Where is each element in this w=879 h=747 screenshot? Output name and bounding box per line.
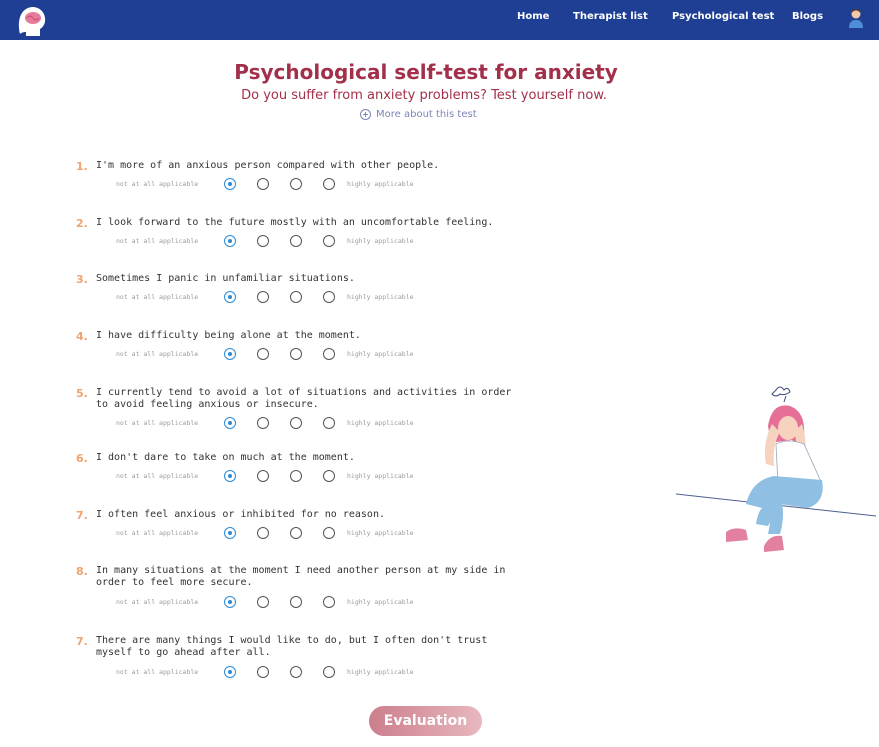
answer-radio-1[interactable] bbox=[224, 596, 236, 608]
question-text: I often feel anxious or inhibited for no… bbox=[96, 509, 385, 520]
answer-radio-1[interactable] bbox=[224, 178, 236, 190]
answer-radio-4[interactable] bbox=[323, 291, 335, 303]
brain-logo-icon[interactable] bbox=[14, 4, 48, 38]
more-about-test-label: More about this test bbox=[376, 109, 477, 120]
answer-radio-3[interactable] bbox=[290, 666, 302, 678]
evaluation-button[interactable]: Evaluation bbox=[369, 706, 482, 736]
answer-radio-3[interactable] bbox=[290, 178, 302, 190]
answer-radio-4[interactable] bbox=[323, 666, 335, 678]
question-number: 7. bbox=[76, 635, 88, 648]
answer-radio-2[interactable] bbox=[257, 291, 269, 303]
question-number: 4. bbox=[76, 330, 88, 343]
scale-label-high: highly applicable bbox=[347, 529, 414, 537]
question-number: 6. bbox=[76, 452, 88, 465]
answer-radio-1[interactable] bbox=[224, 417, 236, 429]
answer-radio-4[interactable] bbox=[323, 417, 335, 429]
answer-radio-2[interactable] bbox=[257, 527, 269, 539]
answer-radio-4[interactable] bbox=[323, 235, 335, 247]
question-text: I'm more of an anxious person compared w… bbox=[96, 160, 440, 171]
question-text: There are many things I would like to do… bbox=[96, 635, 488, 658]
scale-label-high: highly applicable bbox=[347, 293, 414, 301]
answer-radio-1[interactable] bbox=[224, 470, 236, 482]
scale-label-high: highly applicable bbox=[347, 237, 414, 245]
scale-label-high: highly applicable bbox=[347, 472, 414, 480]
question-text: I look forward to the future mostly with… bbox=[96, 217, 494, 228]
scale-label-low: not at all applicable bbox=[116, 529, 199, 537]
top-navbar: Home Therapist list Psychological test B… bbox=[0, 0, 879, 40]
more-about-test-link[interactable]: More about this test bbox=[360, 109, 477, 120]
question-number: 5. bbox=[76, 387, 88, 400]
scale-label-low: not at all applicable bbox=[116, 419, 199, 427]
scale-label-low: not at all applicable bbox=[116, 237, 199, 245]
answer-radio-2[interactable] bbox=[257, 348, 269, 360]
answer-radio-2[interactable] bbox=[257, 235, 269, 247]
answer-radio-4[interactable] bbox=[323, 596, 335, 608]
scale-label-high: highly applicable bbox=[347, 419, 414, 427]
scale-label-high: highly applicable bbox=[347, 180, 414, 188]
answer-radio-2[interactable] bbox=[257, 417, 269, 429]
answer-radio-3[interactable] bbox=[290, 291, 302, 303]
answer-radio-3[interactable] bbox=[290, 348, 302, 360]
scale-label-high: highly applicable bbox=[347, 598, 414, 606]
question-number: 2. bbox=[76, 217, 88, 230]
nav-psychological-test[interactable]: Psychological test bbox=[672, 11, 774, 22]
question-number: 1. bbox=[76, 160, 88, 173]
scale-label-low: not at all applicable bbox=[116, 350, 199, 358]
question-number: 3. bbox=[76, 273, 88, 286]
answer-radio-4[interactable] bbox=[323, 527, 335, 539]
question-text: I have difficulty being alone at the mom… bbox=[96, 330, 361, 341]
nav-therapist-list[interactable]: Therapist list bbox=[573, 11, 648, 22]
answer-radio-1[interactable] bbox=[224, 666, 236, 678]
scale-label-low: not at all applicable bbox=[116, 668, 199, 676]
scale-label-low: not at all applicable bbox=[116, 180, 199, 188]
answer-radio-3[interactable] bbox=[290, 470, 302, 482]
question-number: 7. bbox=[76, 509, 88, 522]
answer-radio-2[interactable] bbox=[257, 596, 269, 608]
page-title: Psychological self-test for anxiety bbox=[234, 60, 618, 84]
question-text: In many situations at the moment I need … bbox=[96, 565, 506, 588]
answer-radio-4[interactable] bbox=[323, 178, 335, 190]
answer-radio-1[interactable] bbox=[224, 291, 236, 303]
answer-radio-2[interactable] bbox=[257, 178, 269, 190]
page-subtitle: Do you suffer from anxiety problems? Tes… bbox=[241, 88, 607, 103]
nav-home[interactable]: Home bbox=[517, 11, 549, 22]
scale-label-low: not at all applicable bbox=[116, 293, 199, 301]
answer-radio-4[interactable] bbox=[323, 348, 335, 360]
scale-label-high: highly applicable bbox=[347, 350, 414, 358]
user-avatar-icon[interactable] bbox=[848, 8, 864, 28]
answer-radio-1[interactable] bbox=[224, 235, 236, 247]
answer-radio-3[interactable] bbox=[290, 417, 302, 429]
nav-blogs[interactable]: Blogs bbox=[792, 11, 823, 22]
scale-label-low: not at all applicable bbox=[116, 472, 199, 480]
question-text: I don't dare to take on much at the mome… bbox=[96, 452, 355, 463]
answer-radio-1[interactable] bbox=[224, 527, 236, 539]
answer-radio-2[interactable] bbox=[257, 666, 269, 678]
scale-label-high: highly applicable bbox=[347, 668, 414, 676]
question-text: Sometimes I panic in unfamiliar situatio… bbox=[96, 273, 355, 284]
answer-radio-2[interactable] bbox=[257, 470, 269, 482]
answer-radio-3[interactable] bbox=[290, 527, 302, 539]
question-number: 8. bbox=[76, 565, 88, 578]
answer-radio-1[interactable] bbox=[224, 348, 236, 360]
question-text: I currently tend to avoid a lot of situa… bbox=[96, 387, 512, 410]
scale-label-low: not at all applicable bbox=[116, 598, 199, 606]
plus-circle-icon bbox=[360, 109, 371, 120]
answer-radio-3[interactable] bbox=[290, 235, 302, 247]
anxious-woman-illustration bbox=[676, 386, 876, 552]
answer-radio-3[interactable] bbox=[290, 596, 302, 608]
answer-radio-4[interactable] bbox=[323, 470, 335, 482]
